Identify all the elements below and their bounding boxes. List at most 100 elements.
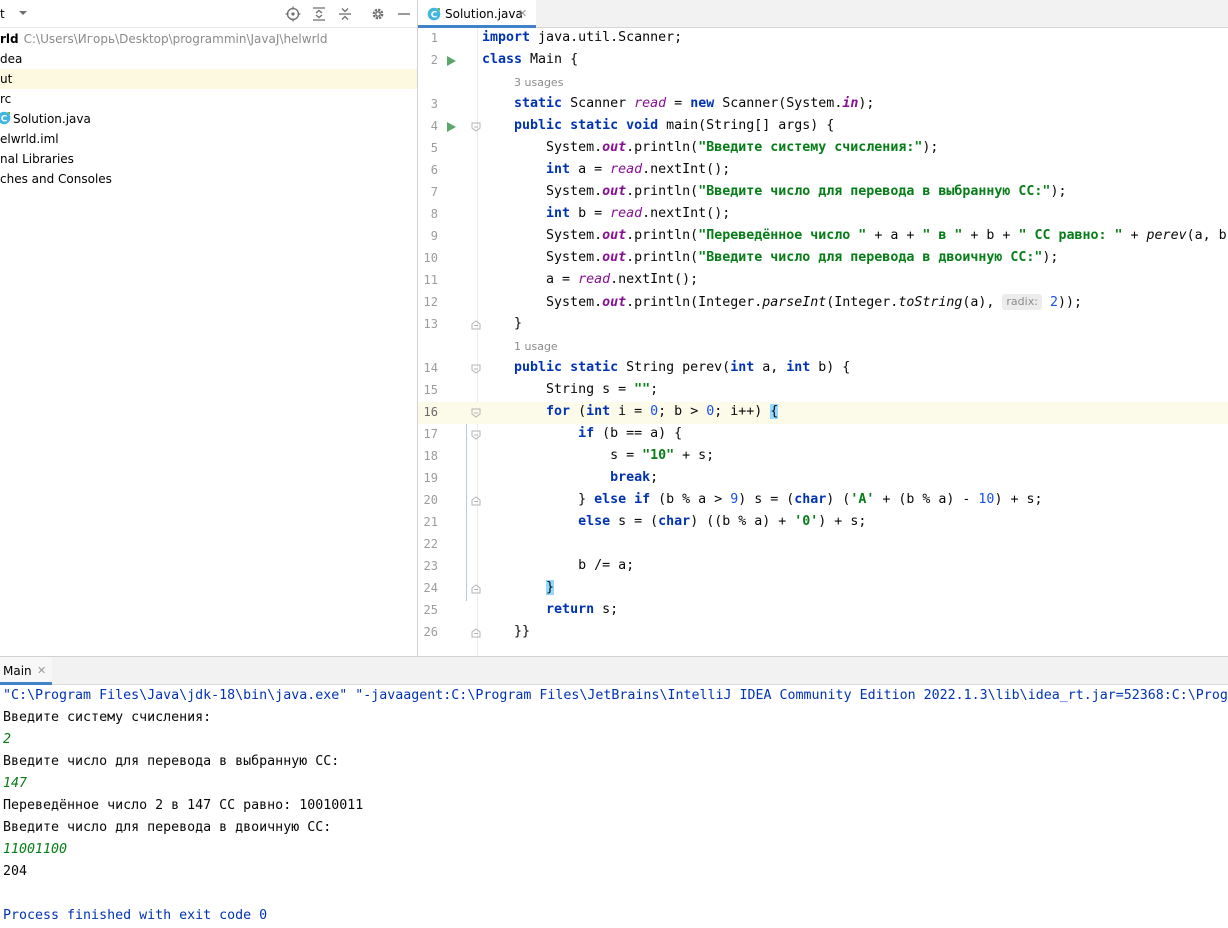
java-class-icon: C	[427, 7, 441, 21]
line-number: 2	[430, 53, 438, 67]
code-line[interactable]: 14 public static String perev(int a, int…	[418, 358, 1228, 380]
tree-item-solution-java[interactable]: C Solution.java	[0, 109, 417, 129]
tree-item-root[interactable]: rld C:\Users\Игорь\Desktop\programmin\Jav…	[0, 29, 417, 49]
code-text: b /= a;	[482, 558, 635, 573]
code-line[interactable]: 11 a = read.nextInt();	[418, 270, 1228, 292]
code-line[interactable]: 7 System.out.println("Введите число для …	[418, 182, 1228, 204]
console-input-line: 2	[3, 732, 12, 747]
fold-icon[interactable]	[471, 122, 481, 132]
tree-item-label: ches and Consoles	[0, 172, 112, 186]
svg-text:C: C	[1, 115, 8, 125]
run-tab-label: Main	[3, 664, 32, 678]
close-icon[interactable]: ✕	[518, 8, 527, 20]
code-line[interactable]: 10 System.out.println("Введите число для…	[418, 248, 1228, 270]
code-line[interactable]: 24 }	[418, 578, 1228, 600]
java-class-icon: C	[0, 111, 11, 125]
console-line: Переведённое число 2 в 147 СС равно: 100…	[3, 798, 364, 813]
tree-item-out[interactable]: ut	[0, 69, 417, 89]
code-text: System.out.println("Введите систему счис…	[482, 140, 939, 155]
code-line[interactable]: 4 public static void main(String[] args)…	[418, 116, 1228, 138]
tree-item-label: Solution.java	[13, 112, 91, 126]
line-number: 18	[423, 449, 438, 463]
code-editor: C Solution.java ✕ 1 import java.util.Sca…	[418, 0, 1228, 656]
line-number: 9	[430, 229, 438, 243]
fold-icon[interactable]	[471, 408, 481, 418]
line-number: 26	[423, 625, 438, 639]
line-number: 24	[423, 581, 438, 595]
code-line[interactable]: 15 String s = "";	[418, 380, 1228, 402]
code-text: System.out.println("Введите число для пе…	[482, 184, 1067, 199]
code-text: import java.util.Scanner;	[482, 30, 683, 45]
code-line[interactable]: 18 s = "10" + s;	[418, 446, 1228, 468]
code-text: String s = "";	[482, 382, 659, 397]
code-line-current[interactable]: 16 for (int i = 0; b > 0; i++) {	[418, 402, 1228, 424]
line-number: 4	[430, 119, 438, 133]
project-view-title[interactable]: t	[0, 7, 5, 21]
tree-item-scratches[interactable]: ches and Consoles	[0, 169, 417, 189]
editor-tab-bar: C Solution.java ✕	[418, 0, 1228, 28]
locate-file-icon[interactable]	[285, 6, 301, 22]
close-icon[interactable]: ✕	[37, 665, 46, 677]
code-line[interactable]: 6 int a = read.nextInt();	[418, 160, 1228, 182]
tab-run-main[interactable]: Main ✕	[0, 657, 52, 685]
tree-item-external-libraries[interactable]: nal Libraries	[0, 149, 417, 169]
code-text: if (b == a) {	[578, 426, 683, 441]
fold-icon[interactable]	[471, 584, 481, 594]
fold-icon[interactable]	[471, 364, 481, 374]
code-line[interactable]: 22	[418, 534, 1228, 556]
project-tree: rld C:\Users\Игорь\Desktop\programmin\Jav…	[0, 29, 417, 189]
fold-icon[interactable]	[471, 430, 481, 440]
inlay-hint: radix:	[1002, 294, 1042, 310]
code-line[interactable]: 13 }	[418, 314, 1228, 336]
code-line[interactable]: 26 }}	[418, 622, 1228, 644]
minimize-icon[interactable]	[396, 6, 412, 22]
code-text: int a = read.nextInt();	[546, 162, 731, 177]
code-line[interactable]: 1 import java.util.Scanner;	[418, 28, 1228, 50]
tree-item-label: nal Libraries	[0, 152, 74, 166]
line-number: 25	[423, 603, 438, 617]
expand-all-icon[interactable]	[311, 6, 327, 22]
line-number: 21	[423, 515, 438, 529]
chevron-down-icon[interactable]	[17, 7, 29, 19]
code-line[interactable]: 8 int b = read.nextInt();	[418, 204, 1228, 226]
code-line[interactable]: 3 static Scanner read = new Scanner(Syst…	[418, 94, 1228, 116]
code-line[interactable]: 23 b /= a;	[418, 556, 1228, 578]
code-line[interactable]: 19 break;	[418, 468, 1228, 490]
tab-solution-java[interactable]: C Solution.java ✕	[418, 0, 536, 28]
fold-icon[interactable]	[471, 320, 481, 330]
fold-icon[interactable]	[471, 496, 481, 506]
gear-icon[interactable]	[370, 6, 386, 22]
code-text: class Main {	[482, 52, 579, 67]
code-line[interactable]: 20 } else if (b % a > 9) s = (char) ('A'…	[418, 490, 1228, 512]
svg-text:C: C	[431, 11, 438, 21]
run-icon[interactable]	[446, 56, 456, 66]
tree-item-label: rld	[0, 32, 19, 46]
line-number: 5	[430, 141, 438, 155]
code-text: break;	[610, 470, 659, 485]
usages-hint[interactable]: 3 usages	[514, 76, 563, 89]
console-output[interactable]: "C:\Program Files\Java\jdk-18\bin\java.e…	[3, 685, 1228, 927]
code-text: System.out.println("Введите число для пе…	[482, 250, 1059, 265]
console-input-line: 147	[3, 776, 28, 791]
console-line: Process finished with exit code 0	[3, 908, 268, 923]
tree-item-src[interactable]: rc	[0, 89, 417, 109]
code-line[interactable]: 2 class Main {	[418, 50, 1228, 72]
usages-hint[interactable]: 1 usage	[514, 340, 558, 353]
code-line[interactable]: 17 if (b == a) {	[418, 424, 1228, 446]
code-text: a = read.nextInt();	[482, 272, 699, 287]
fold-icon[interactable]	[471, 628, 481, 638]
code-line[interactable]: 9 System.out.println("Переведённое число…	[418, 226, 1228, 248]
code-line[interactable]: 21 else s = (char) ((b % a) + '0') + s;	[418, 512, 1228, 534]
code-line[interactable]: 5 System.out.println("Введите систему сч…	[418, 138, 1228, 160]
code-text: static Scanner read = new Scanner(System…	[514, 96, 875, 111]
line-number: 11	[423, 273, 438, 287]
tree-item-idea[interactable]: dea	[0, 49, 417, 69]
code-line[interactable]: 12 System.out.println(Integer.parseInt(I…	[418, 292, 1228, 314]
code-text: s = "10" + s;	[482, 448, 715, 463]
console-input-line: 11001100	[3, 842, 68, 857]
code-line[interactable]: 25 return s;	[418, 600, 1228, 622]
line-number: 14	[423, 361, 438, 375]
run-icon[interactable]	[446, 122, 456, 132]
collapse-all-icon[interactable]	[337, 6, 353, 22]
tree-item-iml[interactable]: elwrld.iml	[0, 129, 417, 149]
